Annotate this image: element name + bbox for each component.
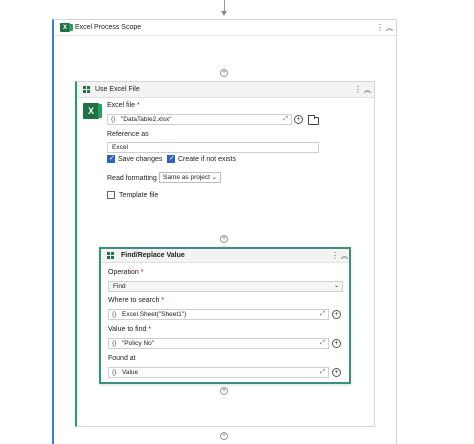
excel-file-field[interactable]: {} "DataTable2.xlsx" ⤢ (107, 114, 292, 125)
add-activity-bottom-inner-icon[interactable]: + (220, 387, 228, 395)
find-replace-kebab-menu-icon[interactable]: ⋮ (331, 252, 339, 260)
reference-as-field[interactable]: Excel (107, 142, 319, 153)
template-file-label: Template file (119, 192, 159, 199)
use-file-collapse-icon[interactable]: ︽ (364, 85, 371, 95)
find-replace-value-activity[interactable]: Find/Replace Value ⋮ ︽ Operation * Find … (99, 247, 351, 384)
where-to-search-expand-icon[interactable]: ⤢ (320, 311, 325, 318)
operation-dropdown[interactable]: Find ⌄ (108, 281, 343, 292)
reference-as-value: Excel (112, 144, 128, 151)
use-excel-file-title: Use Excel File (95, 86, 140, 93)
scope-title: Excel Process Scope (75, 24, 142, 31)
found-at-field[interactable]: {} Value ⤢ (108, 367, 329, 378)
where-to-search-add-button[interactable]: + (332, 310, 341, 319)
found-at-value: Value (122, 369, 139, 376)
reference-as-label: Reference as (107, 131, 149, 138)
find-replace-title: Find/Replace Value (121, 252, 185, 259)
value-to-find-add-button[interactable]: + (332, 339, 341, 348)
save-changes-checkbox[interactable] (107, 154, 115, 163)
value-to-find-label: Value to find * (108, 326, 152, 333)
scope-kebab-menu-icon[interactable]: ⋮ (376, 24, 384, 32)
found-at-add-button[interactable]: + (332, 368, 341, 377)
scope-header: X Excel Process Scope ⋮ ︽ (54, 20, 396, 36)
find-replace-collapse-icon[interactable]: ︽ (341, 251, 348, 261)
where-to-search-field[interactable]: {} Excel.Sheet("Sheet1") ⤢ (108, 309, 329, 320)
read-formatting-label: Read formatting (107, 175, 157, 182)
excel-file-add-button[interactable]: + (294, 115, 303, 124)
value-to-find-value: "Policy No" (122, 340, 155, 347)
read-formatting-chevron-icon: ⌄ (211, 174, 217, 181)
excel-file-label: Excel file * (107, 102, 140, 109)
operation-label: Operation * (108, 269, 144, 276)
found-at-label: Found at (108, 355, 136, 362)
where-to-search-label: Where to search * (108, 297, 165, 304)
read-formatting-select[interactable]: Same as project ⌄ (159, 172, 221, 183)
browse-folder-icon[interactable] (308, 115, 319, 125)
found-at-expand-icon[interactable]: ⤢ (320, 369, 325, 376)
excel-scope-icon: X (60, 23, 73, 32)
operation-chevron-icon: ⌄ (333, 283, 339, 289)
expression-icon: {} (112, 340, 117, 347)
add-activity-bottom-outer-icon[interactable]: + (220, 432, 228, 440)
value-to-find-expand-icon[interactable]: ⤢ (320, 340, 325, 347)
excel-file-expand-icon[interactable]: ⤢ (283, 116, 288, 123)
create-if-not-exists-label: Create if not exists (178, 156, 236, 163)
scope-collapse-icon[interactable]: ︽ (386, 23, 393, 33)
add-activity-top-icon[interactable]: + (220, 69, 228, 77)
find-replace-icon (107, 252, 114, 259)
read-formatting-value: Same as project (163, 174, 210, 181)
value-to-find-field[interactable]: {} "Policy No" ⤢ (108, 338, 329, 349)
excel-file-value: "DataTable2.xlsx" (121, 116, 172, 123)
where-to-search-value: Excel.Sheet("Sheet1") (122, 311, 187, 318)
use-excel-file-icon (83, 86, 90, 93)
top-connector-arrow-icon (221, 11, 227, 16)
create-if-not-exists-checkbox[interactable] (167, 154, 175, 163)
expression-icon: {} (112, 311, 117, 318)
template-file-checkbox[interactable] (107, 191, 115, 199)
expression-icon: {} (112, 369, 117, 376)
excel-file-large-icon: X (83, 103, 102, 119)
operation-value: Find (113, 283, 126, 290)
use-file-kebab-menu-icon[interactable]: ⋮ (354, 86, 362, 94)
expression-icon: {} (111, 116, 116, 123)
add-activity-mid-icon[interactable]: + (220, 235, 228, 243)
save-changes-label: Save changes (118, 156, 163, 163)
